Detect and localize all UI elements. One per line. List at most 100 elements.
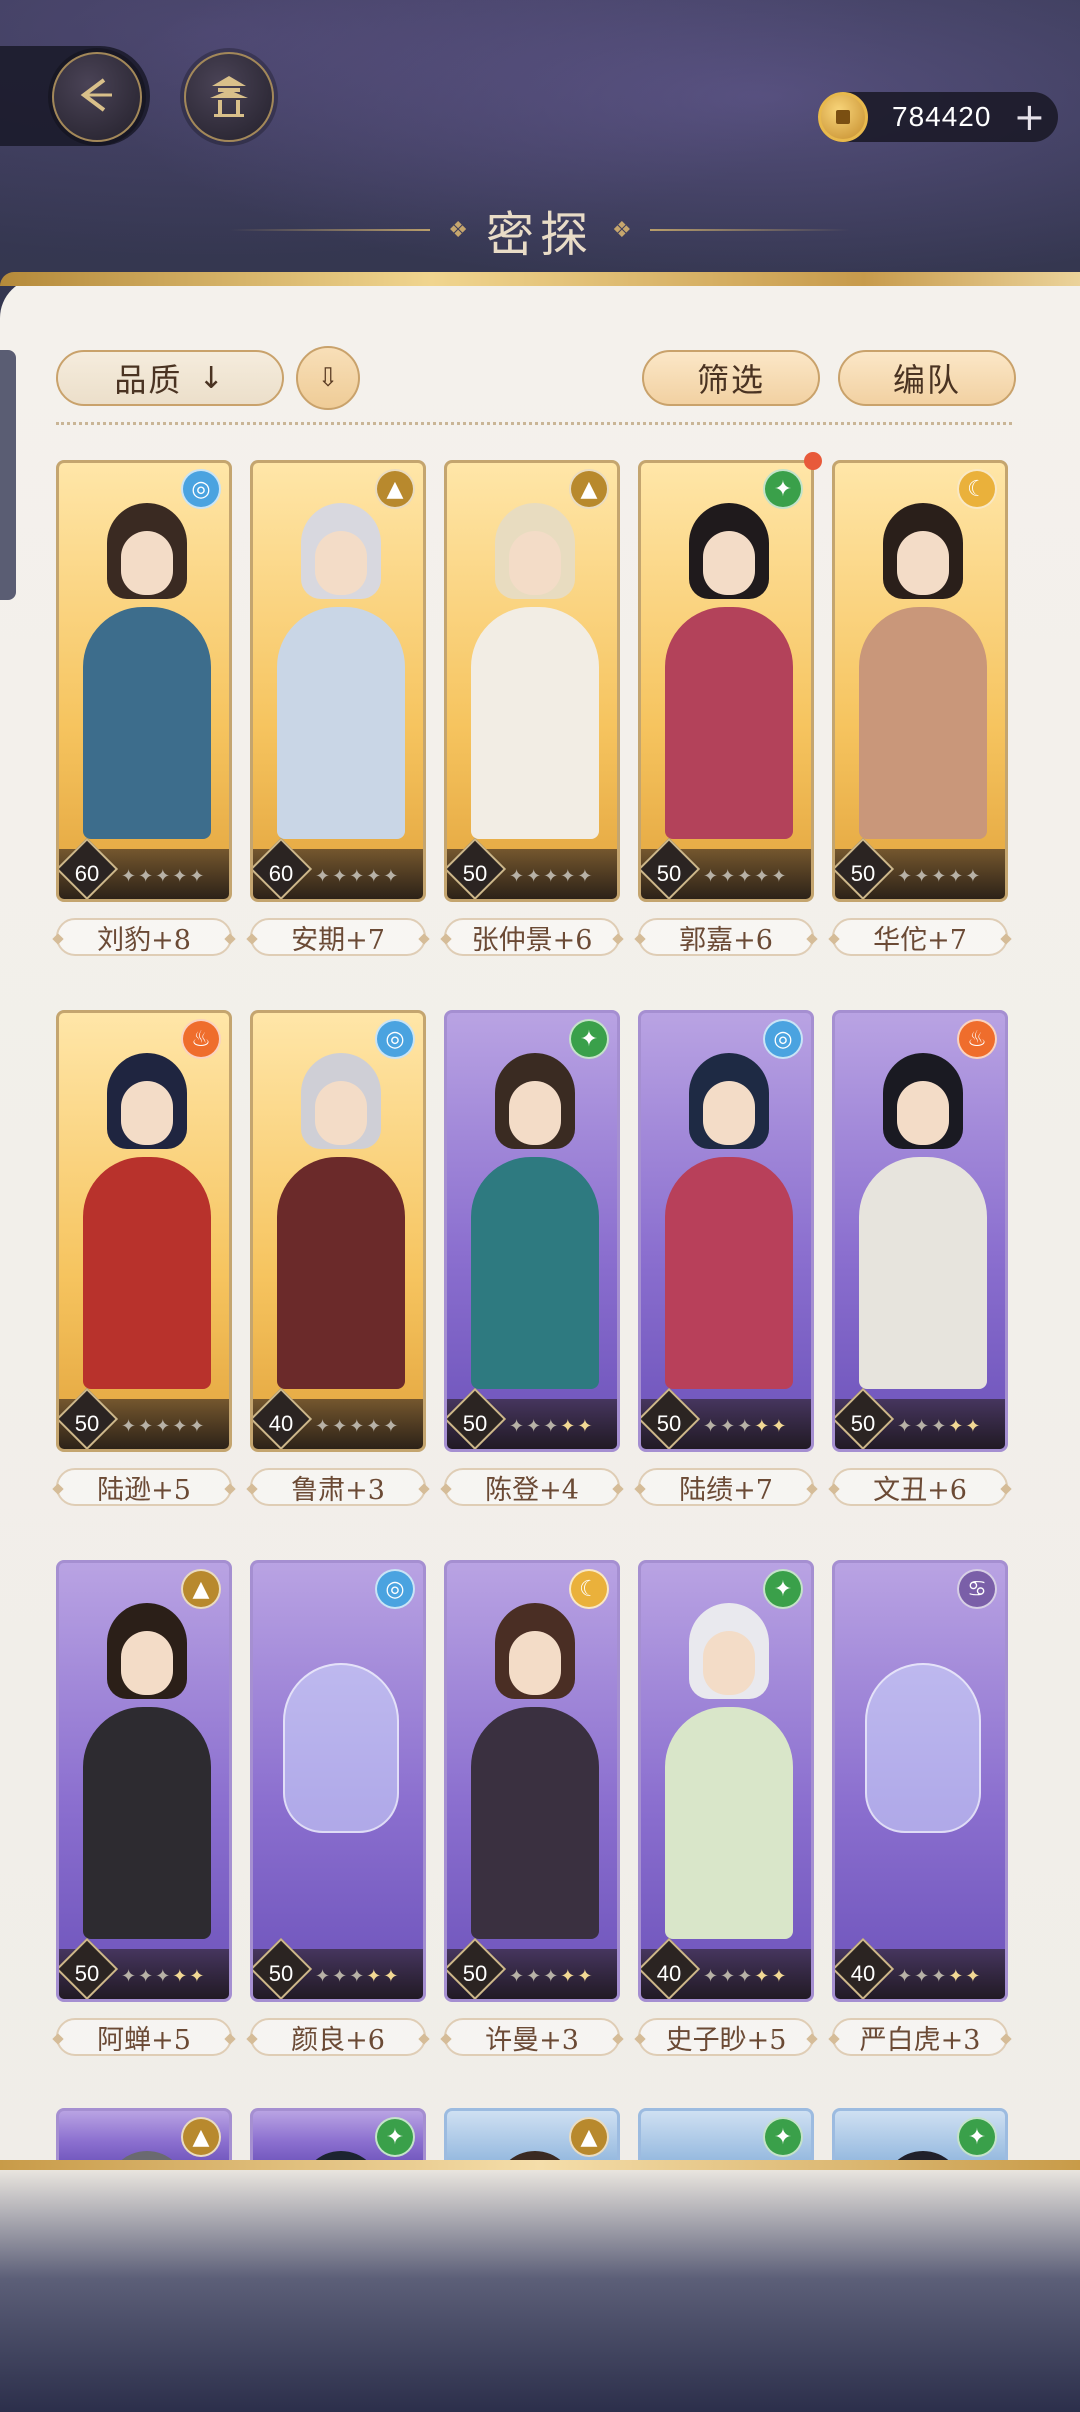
star-rating: ✦✦✦✦✦ xyxy=(897,1966,982,1987)
star-rating: ✦✦✦✦✦ xyxy=(509,1966,594,1987)
character-portrait xyxy=(465,1047,605,1389)
chevron-down-icon: ⇩ xyxy=(317,363,339,393)
star-icon: ✦ xyxy=(948,866,966,887)
character-name-tag: 华佗+7 xyxy=(832,918,1008,956)
star-icon: ✦ xyxy=(509,866,527,887)
star-icon: ✦ xyxy=(720,866,738,887)
star-icon: ✦ xyxy=(138,1966,156,1987)
character-card[interactable]: ◎ 60 ✦✦✦✦✦ xyxy=(56,460,232,902)
character-portrait xyxy=(659,1047,799,1389)
character-name-tag: 颜良+6 xyxy=(250,2018,426,2056)
mountain-element-icon: ▲ xyxy=(181,2117,221,2157)
star-rating: ✦✦✦✦✦ xyxy=(315,866,400,887)
character-portrait xyxy=(77,1047,217,1389)
ghost-silhouette xyxy=(865,1663,981,1833)
filter-button[interactable]: 筛选 xyxy=(642,350,820,406)
wind-element-icon: ✦ xyxy=(957,2117,997,2157)
star-icon: ✦ xyxy=(172,1416,190,1437)
character-card[interactable]: ♨ 50 ✦✦✦✦✦ xyxy=(56,1010,232,1452)
filter-label: 筛选 xyxy=(696,361,765,399)
sort-label: 品质 xyxy=(114,361,183,399)
character-portrait xyxy=(77,1597,217,1939)
level-text: 50 xyxy=(850,1411,876,1436)
star-icon: ✦ xyxy=(543,1416,561,1437)
star-rating: ✦✦✦✦✦ xyxy=(315,1416,400,1437)
star-icon: ✦ xyxy=(315,1416,333,1437)
character-name-tag: 安期+7 xyxy=(250,918,426,956)
character-portrait xyxy=(77,497,217,839)
character-card[interactable]: ◎ 50 ✦✦✦✦✦ xyxy=(250,1560,426,2002)
character-card[interactable]: ▲ 50 ✦✦✦✦✦ xyxy=(444,460,620,902)
star-icon: ✦ xyxy=(332,1416,350,1437)
star-icon: ✦ xyxy=(965,1416,983,1437)
sort-quality-button[interactable]: 品质 ↓ xyxy=(56,350,284,406)
star-icon: ✦ xyxy=(349,1416,367,1437)
wind-element-icon: ✦ xyxy=(763,469,803,509)
character-name-tag: 阿蝉+5 xyxy=(56,2018,232,2056)
character-card[interactable]: ♋ 40 ✦✦✦✦✦ xyxy=(832,1560,1008,2002)
star-icon: ✦ xyxy=(965,1966,983,1987)
star-rating: ✦✦✦✦✦ xyxy=(121,866,206,887)
character-name-tag: 郭嘉+6 xyxy=(638,918,814,956)
star-icon: ✦ xyxy=(543,866,561,887)
star-icon: ✦ xyxy=(737,866,755,887)
character-card[interactable]: ▲ 60 ✦✦✦✦✦ xyxy=(250,460,426,902)
star-icon: ✦ xyxy=(914,1416,932,1437)
side-scroll-handle[interactable] xyxy=(0,350,16,600)
character-card[interactable]: ✦ 50 ✦✦✦✦✦ xyxy=(444,1010,620,1452)
crab-element-icon: ♋ xyxy=(957,1569,997,1609)
character-portrait xyxy=(659,1597,799,1939)
character-card[interactable]: ☾ 50 ✦✦✦✦✦ xyxy=(832,460,1008,902)
star-icon: ✦ xyxy=(121,1966,139,1987)
character-card[interactable]: ✦ 40 ✦✦✦✦✦ xyxy=(638,1560,814,2002)
level-text: 60 xyxy=(74,861,100,886)
star-icon: ✦ xyxy=(720,1416,738,1437)
character-portrait xyxy=(659,497,799,839)
star-icon: ✦ xyxy=(931,866,949,887)
character-name-tag: 史子眇+5 xyxy=(638,2018,814,2056)
star-icon: ✦ xyxy=(914,1966,932,1987)
star-icon: ✦ xyxy=(509,1966,527,1987)
fire-element-icon: ♨ xyxy=(957,1019,997,1059)
star-rating: ✦✦✦✦✦ xyxy=(315,1966,400,1987)
currency-value: 784420 xyxy=(892,101,992,132)
back-button[interactable] xyxy=(52,52,142,142)
star-icon: ✦ xyxy=(737,1416,755,1437)
level-text: 50 xyxy=(850,861,876,886)
star-icon: ✦ xyxy=(383,1966,401,1987)
wind-element-icon: ✦ xyxy=(375,2117,415,2157)
star-icon: ✦ xyxy=(189,1966,207,1987)
star-icon: ✦ xyxy=(366,866,384,887)
character-card[interactable]: ✦ 50 ✦✦✦✦✦ xyxy=(638,460,814,902)
title-row: ❖ 密探 ❖ xyxy=(0,190,1080,270)
character-card[interactable]: ◎ 50 ✦✦✦✦✦ xyxy=(638,1010,814,1452)
sort-order-toggle[interactable]: ⇩ xyxy=(296,346,360,410)
star-icon: ✦ xyxy=(526,866,544,887)
level-text: 40 xyxy=(656,1961,682,1986)
add-currency-button[interactable]: + xyxy=(1013,98,1045,136)
bottom-gold-trim xyxy=(0,2160,1080,2170)
home-button[interactable] xyxy=(184,52,274,142)
character-card[interactable]: ♨ 50 ✦✦✦✦✦ xyxy=(832,1010,1008,1452)
star-icon: ✦ xyxy=(897,1966,915,1987)
level-text: 40 xyxy=(850,1961,876,1986)
bottom-background xyxy=(0,2170,1080,2412)
star-rating: ✦✦✦✦✦ xyxy=(509,866,594,887)
star-icon: ✦ xyxy=(931,1416,949,1437)
star-icon: ✦ xyxy=(543,1966,561,1987)
star-icon: ✦ xyxy=(155,1966,173,1987)
star-icon: ✦ xyxy=(189,866,207,887)
star-icon: ✦ xyxy=(771,1966,789,1987)
currency-pill: 784420 + xyxy=(818,92,1058,142)
ornament-icon: ❖ xyxy=(612,217,632,243)
character-card[interactable]: ◎ 40 ✦✦✦✦✦ xyxy=(250,1010,426,1452)
star-icon: ✦ xyxy=(509,1416,527,1437)
moon-element-icon: ☾ xyxy=(957,469,997,509)
star-icon: ✦ xyxy=(189,1416,207,1437)
character-portrait xyxy=(465,497,605,839)
star-icon: ✦ xyxy=(965,866,983,887)
star-icon: ✦ xyxy=(703,1416,721,1437)
character-card[interactable]: ▲ 50 ✦✦✦✦✦ xyxy=(56,1560,232,2002)
character-card[interactable]: ☾ 50 ✦✦✦✦✦ xyxy=(444,1560,620,2002)
team-button[interactable]: 编队 xyxy=(838,350,1016,406)
